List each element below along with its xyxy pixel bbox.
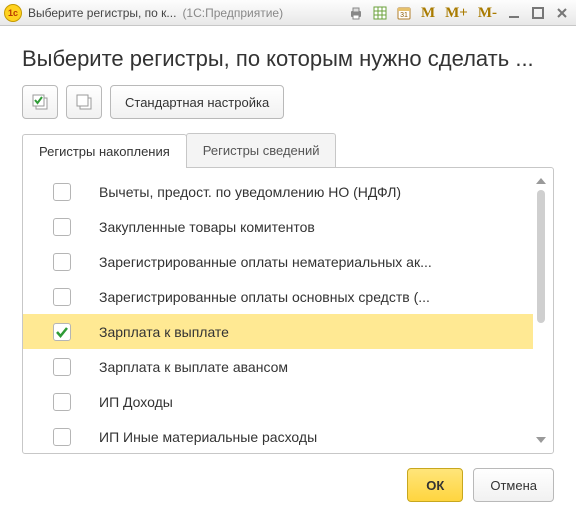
checkbox[interactable] [53, 288, 71, 306]
list-item-label: Зарегистрированные оплаты нематериальных… [99, 254, 432, 270]
calendar-icon[interactable]: 31 [394, 3, 414, 23]
scroll-track[interactable] [537, 190, 545, 431]
checkbox[interactable] [53, 393, 71, 411]
window-app-label: (1С:Предприятие) [182, 6, 283, 20]
toolbar: Стандартная настройка [22, 85, 554, 119]
list-item-label: ИП Иные материальные расходы [99, 429, 317, 445]
checkbox[interactable] [53, 358, 71, 376]
titlebar: 1c Выберите регистры, по к... (1С:Предпр… [0, 0, 576, 26]
print-icon[interactable] [346, 3, 366, 23]
checkbox[interactable] [53, 253, 71, 271]
list-item[interactable]: Закупленные товары комитентов [23, 209, 533, 244]
memory-m-minus-button[interactable]: M- [475, 3, 500, 23]
tab-info-registers[interactable]: Регистры сведений [186, 133, 337, 167]
list-item[interactable]: Зарплата к выплате [23, 314, 533, 349]
list-item-label: ИП Доходы [99, 394, 173, 410]
close-icon[interactable] [552, 3, 572, 23]
list-item-label: Зарплата к выплате авансом [99, 359, 288, 375]
memory-m-button[interactable]: M [418, 3, 438, 23]
svg-text:31: 31 [400, 12, 408, 19]
scroll-thumb[interactable] [537, 190, 545, 322]
tab-accumulation-registers[interactable]: Регистры накопления [22, 134, 187, 168]
memory-m-plus-button[interactable]: M+ [442, 3, 471, 23]
registers-list: Вычеты, предост. по уведомлению НО (НДФЛ… [23, 174, 533, 447]
list-item-label: Вычеты, предост. по уведомлению НО (НДФЛ… [99, 184, 401, 200]
app-logo-icon: 1c [4, 4, 22, 22]
default-settings-button[interactable]: Стандартная настройка [110, 85, 284, 119]
uncheck-all-button[interactable] [66, 85, 102, 119]
tab-label: Регистры сведений [203, 143, 320, 158]
list-item[interactable]: Зарегистрированные оплаты основных средс… [23, 279, 533, 314]
spreadsheet-icon[interactable] [370, 3, 390, 23]
check-all-button[interactable] [22, 85, 58, 119]
window-title: Выберите регистры, по к... [28, 6, 176, 20]
ok-label: ОК [426, 478, 444, 493]
maximize-icon[interactable] [528, 3, 548, 23]
list-item[interactable]: ИП Доходы [23, 384, 533, 419]
page-title: Выберите регистры, по которым нужно сдел… [22, 46, 554, 71]
cancel-label: Отмена [490, 478, 537, 493]
registers-panel: Вычеты, предост. по уведомлению НО (НДФЛ… [22, 167, 554, 454]
default-settings-label: Стандартная настройка [125, 95, 269, 110]
list-item[interactable]: Зарегистрированные оплаты нематериальных… [23, 244, 533, 279]
list-item-label: Зарегистрированные оплаты основных средс… [99, 289, 430, 305]
list-item-label: Закупленные товары комитентов [99, 219, 315, 235]
list-item[interactable]: Зарплата к выплате авансом [23, 349, 533, 384]
list-item[interactable]: Вычеты, предост. по уведомлению НО (НДФЛ… [23, 174, 533, 209]
tabs: Регистры накопления Регистры сведений [22, 133, 554, 167]
list-item[interactable]: ИП Иные материальные расходы [23, 419, 533, 447]
ok-button[interactable]: ОК [407, 468, 463, 502]
footer: ОК Отмена [22, 468, 554, 502]
scroll-up-icon[interactable] [536, 178, 546, 184]
tab-label: Регистры накопления [39, 144, 170, 159]
scrollbar[interactable] [535, 178, 547, 443]
checkbox[interactable] [53, 218, 71, 236]
list-item-label: Зарплата к выплате [99, 324, 229, 340]
checkbox[interactable] [53, 428, 71, 446]
minimize-icon[interactable] [504, 3, 524, 23]
scroll-down-icon[interactable] [536, 437, 546, 443]
cancel-button[interactable]: Отмена [473, 468, 554, 502]
checkbox[interactable] [53, 183, 71, 201]
checkbox[interactable] [53, 323, 71, 341]
